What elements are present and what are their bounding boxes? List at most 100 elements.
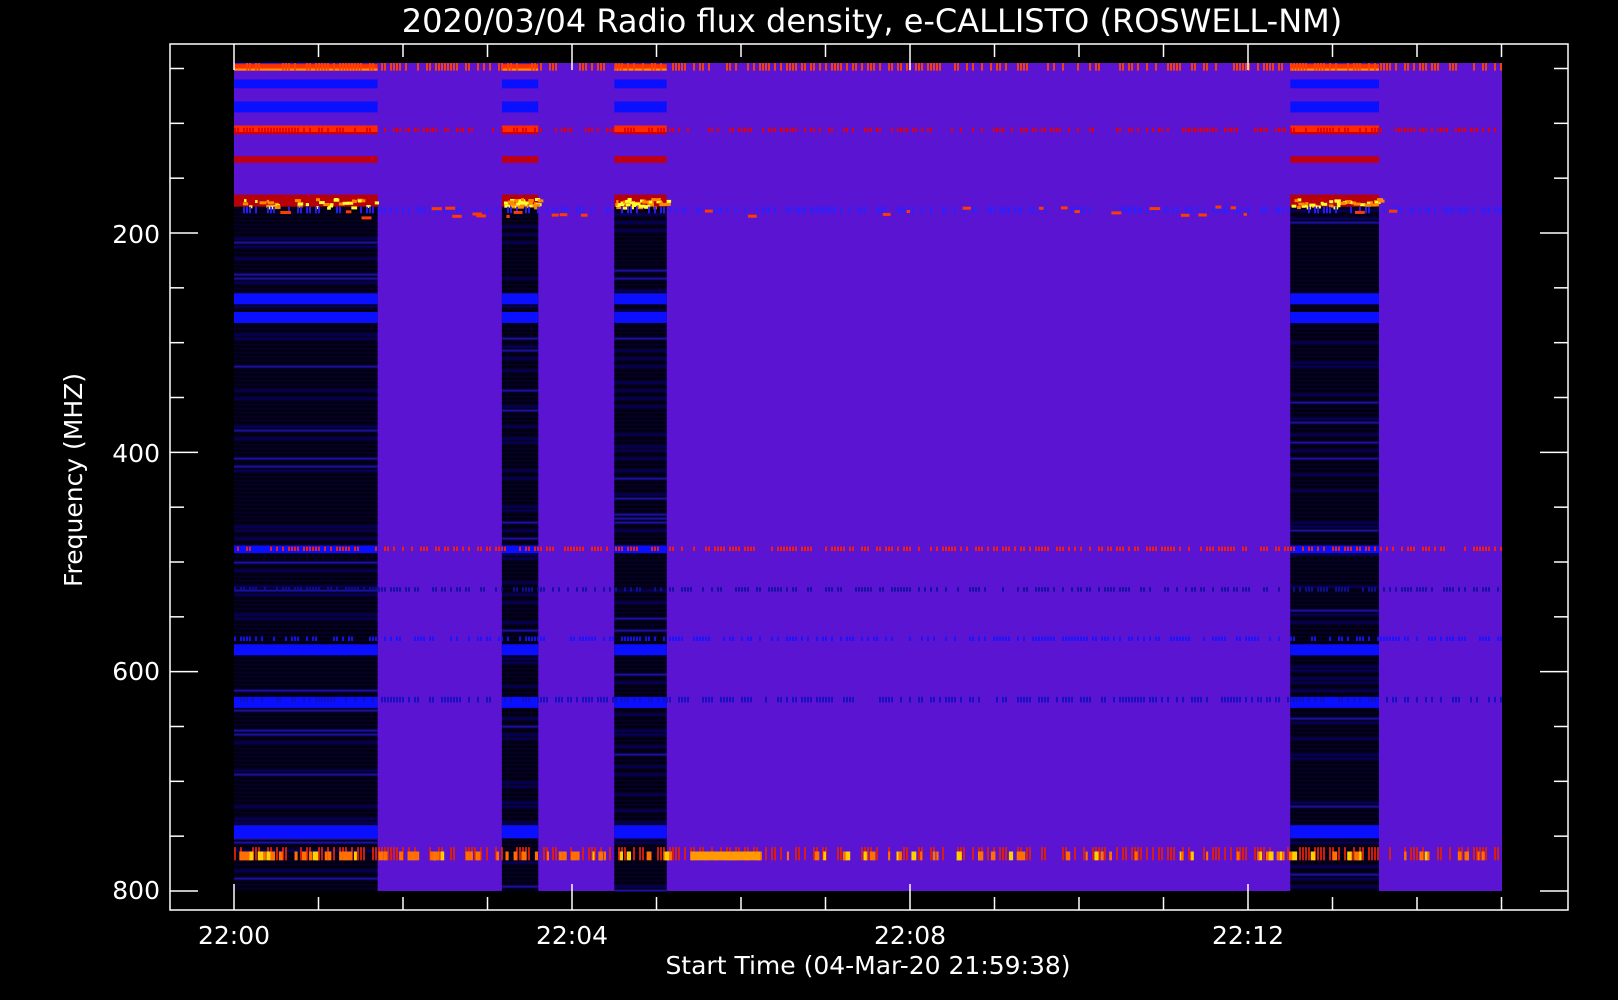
dark-segment-stripe <box>1290 213 1379 216</box>
interference-band-pixel <box>462 546 464 551</box>
interference-band-pixel <box>390 636 392 641</box>
interference-band-pixel <box>867 127 869 133</box>
interference-band-pixel <box>687 587 689 592</box>
violet-speck <box>1111 211 1122 215</box>
interference-band-pixel <box>486 546 488 551</box>
interference-band-pixel <box>1245 63 1247 71</box>
dark-segment-stripe <box>501 689 539 692</box>
interference-band-pixel <box>477 63 479 71</box>
interference-band-pixel <box>1389 847 1391 861</box>
violet-speck <box>513 210 523 214</box>
interference-band-pixel <box>321 847 323 861</box>
dark-segment-stripe <box>234 841 378 844</box>
interference-band-pixel <box>282 127 284 133</box>
interference-band-pixel <box>960 696 962 703</box>
dark-segment-stripe <box>1290 805 1379 808</box>
interference-band-pixel <box>657 546 659 551</box>
interference-band-pixel <box>1227 696 1229 703</box>
interference-band-pixel <box>1071 206 1073 214</box>
dark-segment-blue-band <box>501 696 539 708</box>
interference-band-pixel <box>1245 206 1247 214</box>
interference-band-pixel <box>954 636 956 641</box>
interference-band-pixel <box>537 587 539 592</box>
dark-segment-stripe <box>234 225 378 228</box>
interference-band-pixel <box>1044 127 1046 133</box>
interference-band-pixel <box>1407 546 1409 551</box>
interference-band-pixel <box>1422 127 1424 133</box>
interference-band-pixel <box>1476 587 1478 592</box>
dark-segment-stripe <box>234 401 378 404</box>
interference-band-pixel <box>234 636 236 641</box>
hot-speck <box>255 200 258 203</box>
interference-band-pixel <box>816 696 818 703</box>
interference-band-pixel <box>1173 636 1175 641</box>
interference-band-pixel <box>1263 847 1265 861</box>
interference-band-pixel <box>663 206 665 214</box>
interference-band-pixel <box>885 206 887 214</box>
dark-segment-stripe <box>501 681 539 684</box>
dark-segment-stripe <box>1290 525 1379 528</box>
dark-segment-stripe <box>234 765 378 768</box>
interference-band-pixel <box>651 696 653 703</box>
interference-band-pixel <box>1278 206 1280 214</box>
dark-segment-stripe <box>614 733 667 736</box>
interference-band-pixel <box>675 847 677 861</box>
interference-band-pixel <box>1044 587 1046 592</box>
dark-segment-hot-band <box>501 156 539 163</box>
interference-band-pixel <box>804 546 806 551</box>
dark-segment-stripe <box>614 333 667 336</box>
dark-segment-stripe <box>501 709 539 712</box>
interference-band-pixel <box>474 206 476 214</box>
interference-band-pixel <box>1002 636 1004 641</box>
interference-band-pixel <box>309 63 311 71</box>
interference-band-pixel <box>336 636 338 641</box>
interference-band-pixel <box>654 63 656 71</box>
dark-segment-stripe <box>501 817 539 820</box>
violet-speck <box>1230 206 1237 210</box>
interference-band-pixel <box>603 636 605 641</box>
violet-speck <box>1198 213 1207 217</box>
interference-band-pixel <box>984 636 986 641</box>
interference-band-pixel <box>450 587 452 592</box>
interference-band-pixel <box>1482 206 1484 214</box>
dark-segment-stripe <box>1290 513 1379 516</box>
interference-band-pixel <box>354 546 356 551</box>
interference-band-pixel <box>1125 696 1127 703</box>
interference-band-pixel <box>1194 696 1196 703</box>
dark-segment-stripe <box>501 877 539 880</box>
interference-band-pixel <box>864 546 866 551</box>
dark-segment-stripe <box>501 657 539 660</box>
interference-band-pixel <box>1026 587 1028 592</box>
interference-band-pixel <box>1347 127 1349 133</box>
interference-band-pixel <box>390 63 392 71</box>
dark-segment-stripe <box>1290 521 1379 524</box>
interference-band-pixel <box>795 127 797 133</box>
interference-band-pixel <box>330 696 332 703</box>
interference-band-pixel <box>1221 546 1223 551</box>
dark-segment-stripe <box>234 461 378 464</box>
interference-band-pixel <box>660 63 662 71</box>
interference-band-pixel <box>1476 696 1478 703</box>
dark-segment-stripe <box>234 429 378 432</box>
interference-band-pixel <box>243 696 245 703</box>
interference-band-pixel <box>333 63 335 71</box>
interference-band-pixel <box>660 127 662 133</box>
dark-segment-stripe <box>501 473 539 476</box>
interference-band-pixel <box>1104 696 1106 703</box>
hot-speck <box>358 199 362 203</box>
interference-band-pixel <box>1485 587 1487 592</box>
dark-segment-stripe <box>234 253 378 256</box>
interference-band-pixel <box>1188 127 1190 133</box>
dark-segment-stripe <box>234 749 378 752</box>
hot-speck <box>330 203 333 207</box>
dark-segment-stripe <box>614 601 667 604</box>
dark-segment-stripe <box>234 453 378 456</box>
interference-band-pixel <box>780 847 782 861</box>
interference-band-pixel <box>1413 63 1415 71</box>
interference-band-pixel <box>1236 206 1238 214</box>
dark-segment-stripe <box>501 665 539 668</box>
dark-segment-stripe <box>234 601 378 604</box>
interference-band-pixel <box>744 696 746 703</box>
violet-speck <box>345 210 352 214</box>
violet-speck <box>1038 206 1044 210</box>
